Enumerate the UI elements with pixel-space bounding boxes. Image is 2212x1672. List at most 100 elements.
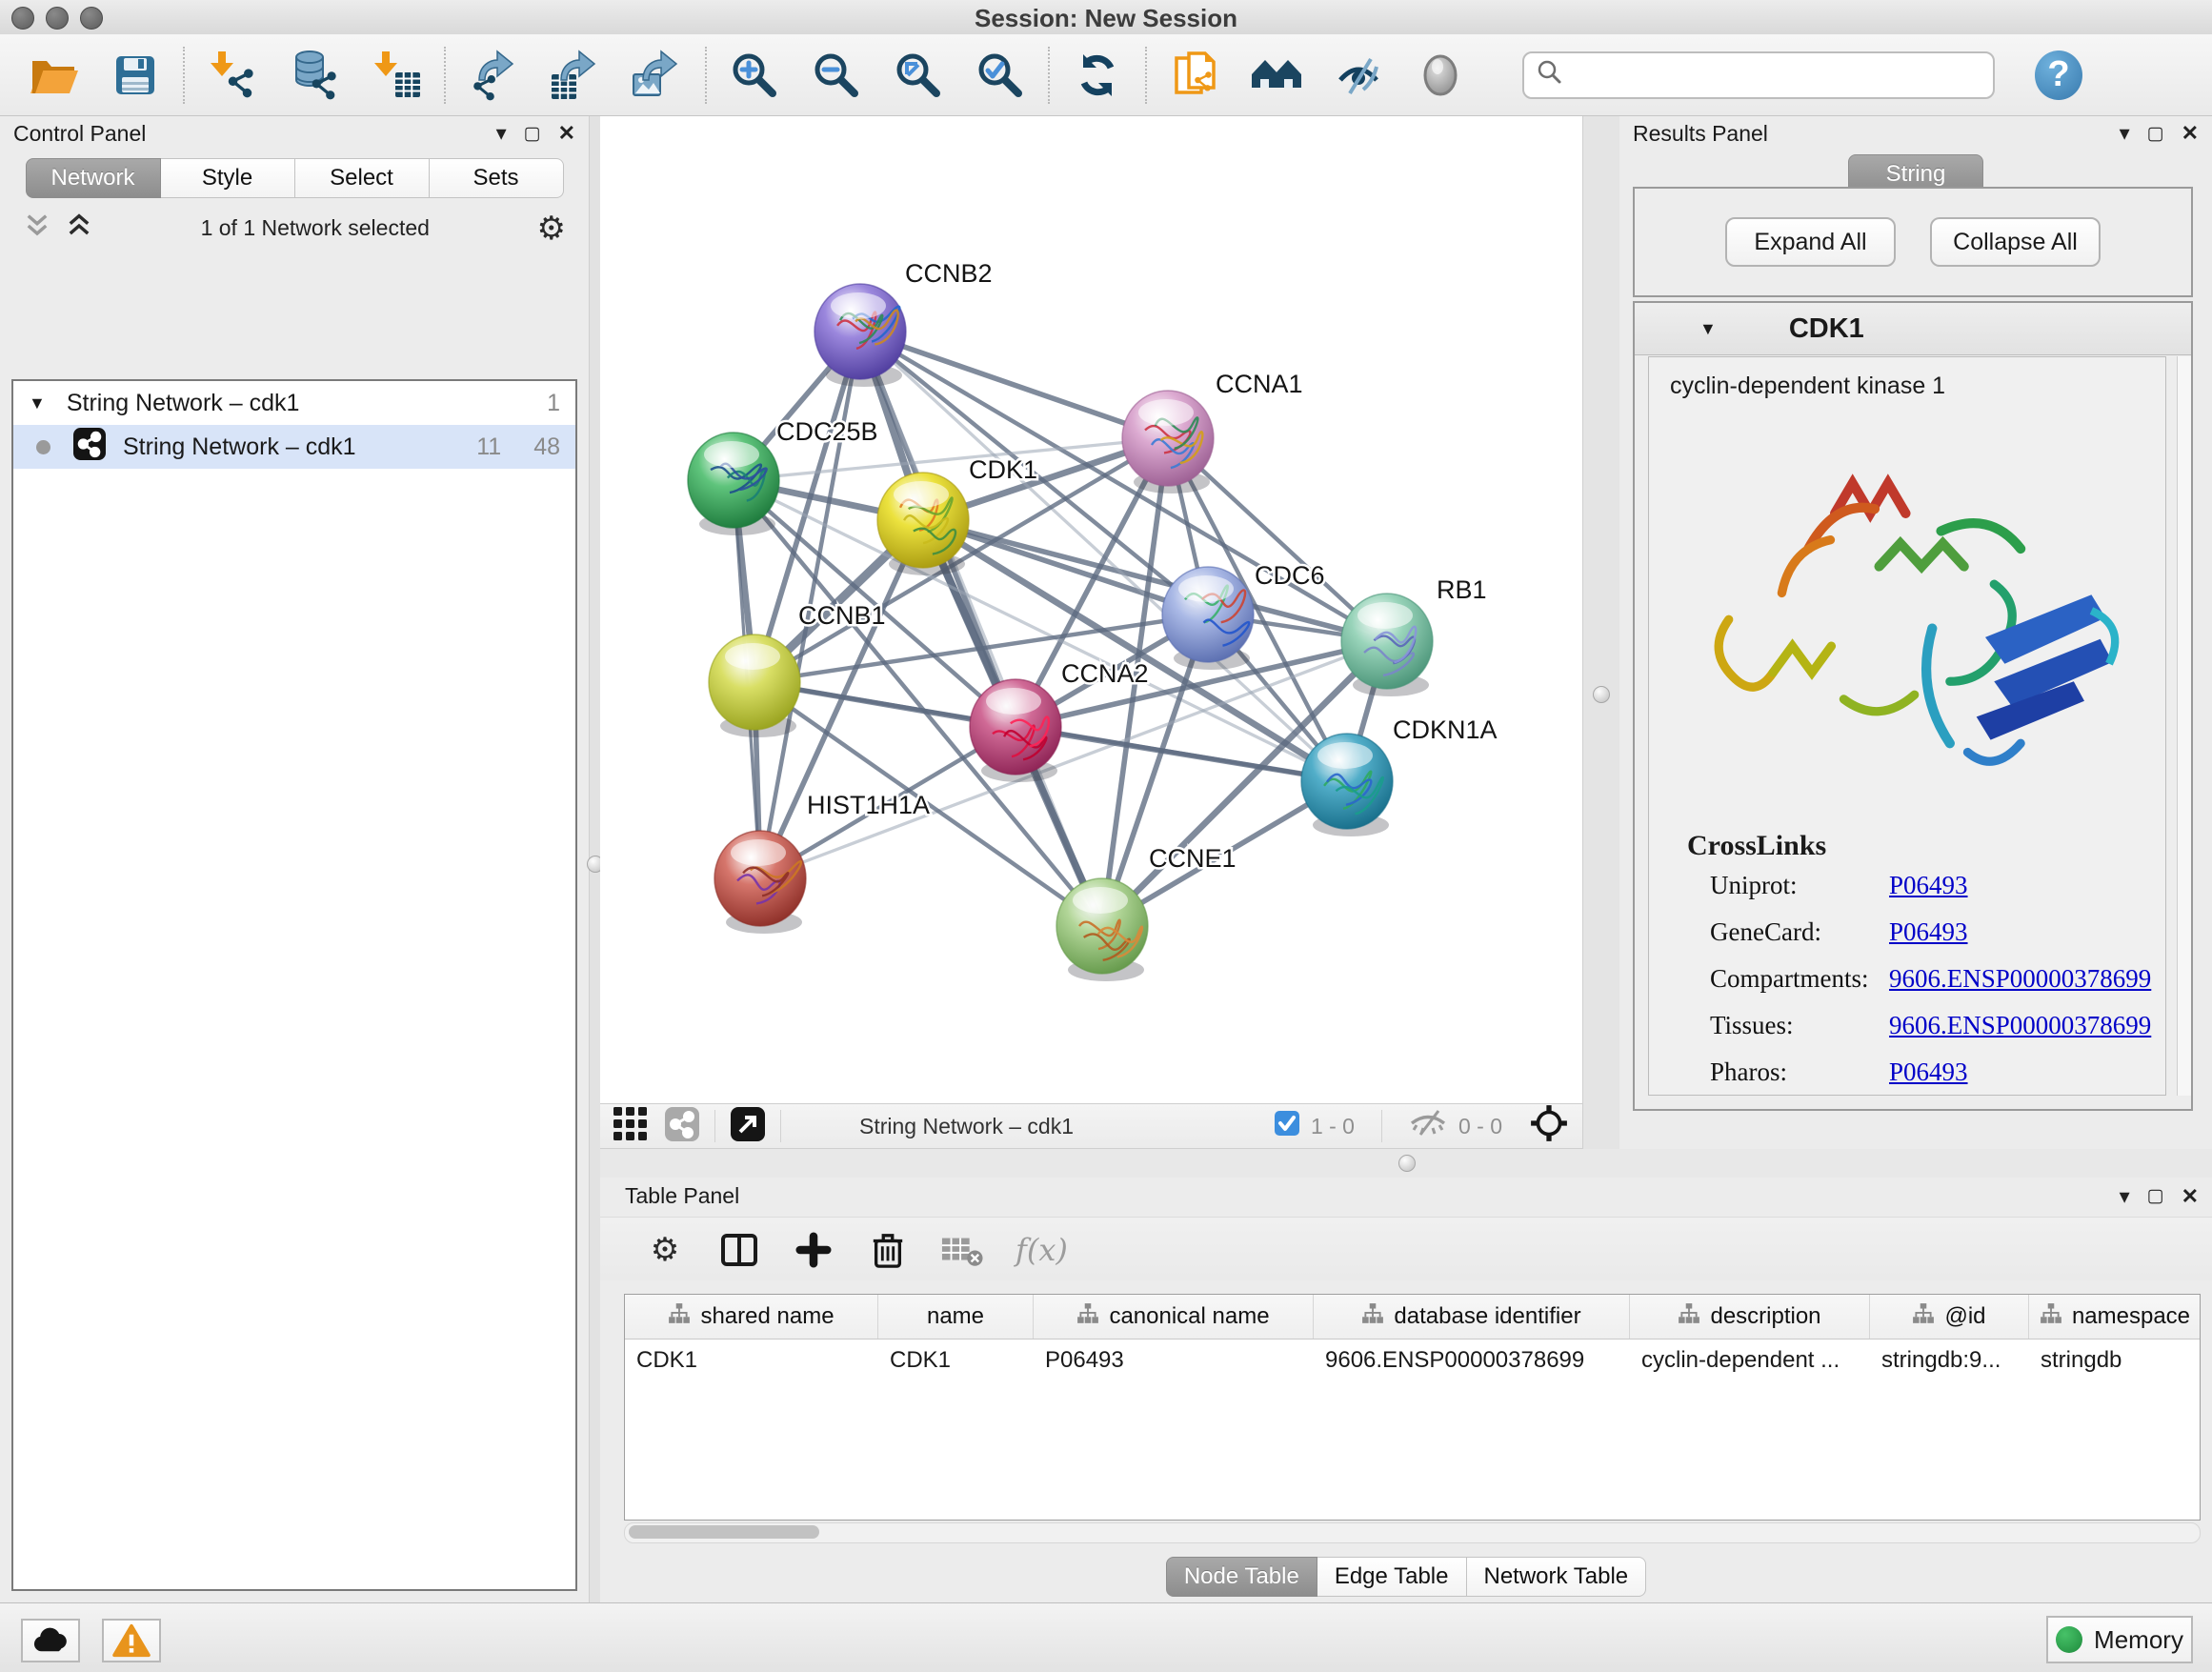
graphics-detail-icon[interactable]: [1414, 49, 1467, 102]
zoom-fit-icon[interactable]: [892, 49, 945, 102]
panel-menu-icon[interactable]: ▾: [2120, 123, 2130, 144]
export-network-icon[interactable]: [467, 49, 520, 102]
node-label-CDK1: CDK1: [969, 455, 1037, 484]
table-options-gear-icon[interactable]: ⚙: [644, 1229, 686, 1271]
cloud-status-button[interactable]: [21, 1619, 80, 1662]
crosslink-row: Tissues: 9606.ENSP00000378699: [1649, 1002, 2165, 1049]
crosslink-link[interactable]: 9606.ENSP00000378699: [1889, 1011, 2151, 1040]
panel-close-icon[interactable]: ✕: [2182, 123, 2199, 144]
tab-edge-table[interactable]: Edge Table: [1317, 1557, 1467, 1597]
table-cell[interactable]: CDK1: [625, 1340, 878, 1381]
network-options-gear-icon[interactable]: ⚙: [537, 212, 566, 245]
birdseye-crosshair-icon[interactable]: [1529, 1103, 1569, 1149]
right-split-divider[interactable]: [1582, 116, 1621, 1149]
panel-float-icon[interactable]: ▢: [2147, 1187, 2164, 1205]
help-button[interactable]: ?: [2035, 50, 2082, 100]
refresh-layout-icon[interactable]: [1071, 49, 1124, 102]
node-CCNA1[interactable]: CCNA1: [1122, 370, 1303, 494]
show-hide-graphics-icon[interactable]: [1332, 49, 1385, 102]
delete-table-icon[interactable]: [941, 1229, 983, 1271]
tab-network[interactable]: Network: [26, 158, 161, 198]
show-columns-icon[interactable]: [718, 1229, 760, 1271]
collapse-all-networks-icon[interactable]: [23, 212, 51, 245]
collapse-triangle-icon[interactable]: ▼: [1699, 319, 1717, 339]
table-row[interactable]: CDK1CDK1P064939606.ENSP00000378699cyclin…: [625, 1340, 2200, 1381]
panel-close-icon[interactable]: ✕: [558, 123, 575, 144]
open-file-icon[interactable]: [27, 49, 80, 102]
zoom-out-icon[interactable]: [810, 49, 863, 102]
expand-all-networks-icon[interactable]: [65, 212, 93, 245]
import-network-database-icon[interactable]: [288, 49, 341, 102]
zoom-selected-icon[interactable]: [974, 49, 1027, 102]
column-header-description[interactable]: description: [1630, 1295, 1870, 1339]
tab-network-table[interactable]: Network Table: [1467, 1557, 1647, 1597]
selected-checkbox-icon[interactable]: [1275, 1111, 1299, 1141]
tab-sets[interactable]: Sets: [430, 158, 564, 198]
network-row[interactable]: String Network – cdk1 11 48: [13, 425, 575, 469]
column-header-@id[interactable]: @id: [1870, 1295, 2029, 1339]
table-cell[interactable]: stringdb: [2029, 1340, 2201, 1381]
panel-menu-icon[interactable]: ▾: [496, 123, 507, 144]
import-network-file-icon[interactable]: [206, 49, 259, 102]
function-builder-button[interactable]: f(x): [1016, 1232, 1068, 1268]
hidden-eye-icon[interactable]: [1409, 1108, 1447, 1144]
clone-network-icon[interactable]: [1168, 49, 1221, 102]
save-session-icon[interactable]: [109, 49, 162, 102]
search-input[interactable]: [1564, 61, 1981, 90]
tab-node-table[interactable]: Node Table: [1166, 1557, 1317, 1597]
share-network-icon[interactable]: [665, 1107, 699, 1146]
table-cell[interactable]: CDK1: [878, 1340, 1034, 1381]
scrollbar-thumb[interactable]: [629, 1525, 819, 1539]
node-HIST1H1A[interactable]: HIST1H1A: [714, 791, 930, 934]
crosslink-link[interactable]: P06493: [1889, 871, 1968, 900]
collapse-triangle-icon[interactable]: ▼: [29, 393, 46, 413]
panel-float-icon[interactable]: ▢: [2147, 125, 2164, 143]
node-RB1[interactable]: RB1: [1341, 575, 1487, 696]
column-header-name[interactable]: name: [878, 1295, 1034, 1339]
table-cell[interactable]: stringdb:9...: [1870, 1340, 2029, 1381]
network-canvas[interactable]: CCNB2 CCNA1 CDC25B CDK1 CDC6 RB1 CCNB1: [600, 116, 1582, 1103]
delete-column-icon[interactable]: [867, 1229, 909, 1271]
node-CCNE1[interactable]: CCNE1: [1056, 844, 1237, 981]
node-CDKN1A[interactable]: CDKN1A: [1301, 715, 1498, 836]
node-table[interactable]: shared namenamecanonical namedatabase id…: [624, 1294, 2201, 1521]
tab-style[interactable]: Style: [161, 158, 295, 198]
network-collection-row[interactable]: ▼ String Network – cdk1 1: [13, 381, 575, 425]
column-header-database-identifier[interactable]: database identifier: [1314, 1295, 1630, 1339]
column-header-canonical-name[interactable]: canonical name: [1034, 1295, 1314, 1339]
panel-menu-icon[interactable]: ▾: [2120, 1186, 2130, 1207]
gene-section-header[interactable]: ▼ CDK1: [1635, 303, 2191, 355]
crosslink-link[interactable]: P06493: [1889, 1058, 1968, 1087]
zoom-in-icon[interactable]: [728, 49, 781, 102]
detach-view-icon[interactable]: [731, 1107, 765, 1146]
collapse-all-button[interactable]: Collapse All: [1930, 217, 2101, 267]
warning-status-button[interactable]: [102, 1619, 161, 1662]
right-divider-handle[interactable]: [1593, 686, 1610, 703]
table-cell[interactable]: P06493: [1034, 1340, 1314, 1381]
table-cell[interactable]: cyclin-dependent ...: [1630, 1340, 1870, 1381]
memory-button[interactable]: Memory: [2046, 1616, 2193, 1663]
column-header-shared-name[interactable]: shared name: [625, 1295, 878, 1339]
results-scrollbar[interactable]: [2177, 356, 2191, 1096]
import-table-file-icon[interactable]: [370, 49, 423, 102]
column-header-namespace[interactable]: namespace: [2029, 1295, 2201, 1339]
node-CDK1[interactable]: CDK1: [877, 455, 1037, 575]
first-neighbors-icon[interactable]: [1250, 49, 1303, 102]
crosslink-link[interactable]: 9606.ENSP00000378699: [1889, 964, 2151, 994]
export-table-icon[interactable]: [549, 49, 602, 102]
tab-select[interactable]: Select: [295, 158, 430, 198]
crosslink-link[interactable]: P06493: [1889, 917, 1968, 947]
table-cell[interactable]: 9606.ENSP00000378699: [1314, 1340, 1630, 1381]
panel-float-icon[interactable]: ▢: [524, 125, 541, 143]
show-grid-icon[interactable]: [613, 1107, 648, 1146]
horizontal-split-divider[interactable]: [600, 1149, 2212, 1178]
add-column-icon[interactable]: [793, 1229, 835, 1271]
horizontal-divider-handle[interactable]: [1398, 1155, 1416, 1172]
expand-all-button[interactable]: Expand All: [1725, 217, 1896, 267]
table-horizontal-scrollbar[interactable]: [624, 1522, 2201, 1543]
node-CCNB1[interactable]: CCNB1: [709, 601, 886, 737]
export-image-icon[interactable]: [631, 49, 684, 102]
node-CDC6[interactable]: CDC6: [1162, 561, 1325, 670]
panel-close-icon[interactable]: ✕: [2182, 1186, 2199, 1207]
search-box[interactable]: [1522, 51, 1995, 99]
